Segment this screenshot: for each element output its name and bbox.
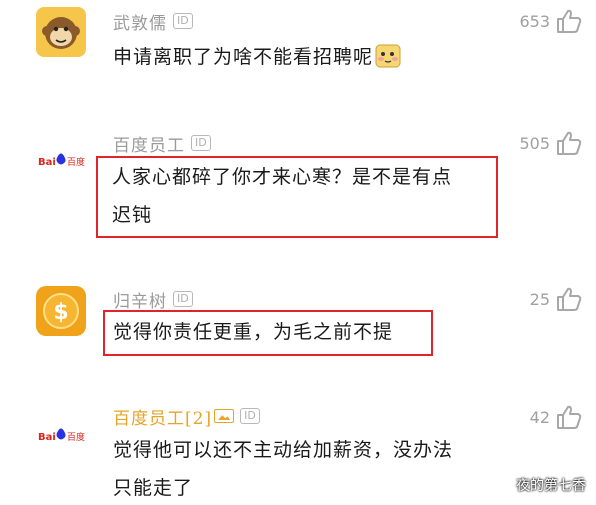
- thumbs-up-icon: [557, 9, 582, 33]
- like-button[interactable]: 25: [530, 284, 582, 314]
- like-count: 42: [529, 407, 550, 427]
- id-badge: ID: [173, 291, 193, 307]
- svg-text:百度: 百度: [67, 431, 85, 443]
- baidu-logo-icon: Bai 百度: [38, 153, 85, 168]
- thumbs-up-icon: [557, 131, 582, 155]
- svg-text:$: $: [53, 300, 68, 325]
- comment-text: 人家心都碎了你才来心寒？是不是有点 迟钝: [96, 156, 498, 238]
- comment-text: 申请离职了为啥不能看招聘呢: [113, 38, 401, 76]
- comment-line: 只能走了: [113, 477, 194, 499]
- username[interactable]: 百度员工[2]: [113, 404, 212, 429]
- svg-text:Bai: Bai: [38, 432, 56, 443]
- svg-text:百度: 百度: [67, 156, 85, 168]
- username[interactable]: 百度员工: [113, 131, 185, 156]
- name-row: 百度员工[2] ID: [113, 403, 260, 429]
- comment-item: $ 归辛树 ID 25 觉得你责任更重，为毛之前不提: [0, 280, 596, 380]
- comment-line: 迟钝: [112, 204, 153, 226]
- thumbs-up-icon: [557, 405, 582, 429]
- like-count: 505: [519, 133, 550, 153]
- dollar-coin-icon: $: [43, 293, 79, 329]
- avatar[interactable]: Bai 百度: [36, 419, 92, 449]
- name-row: 归辛树 ID: [113, 286, 193, 312]
- embarrassed-emoji-icon: [375, 44, 401, 68]
- username[interactable]: 归辛树: [113, 287, 167, 312]
- id-badge: ID: [191, 135, 211, 151]
- username[interactable]: 武敦儒: [113, 9, 167, 34]
- comment-text: 觉得他可以还不主动给加薪资，没办法 只能走了: [113, 431, 453, 505]
- comment-item: Bai 百度 百度员工 ID 505 人家心都碎了你才来心寒？是不是有点 迟钝: [0, 120, 596, 240]
- comment-item: Bai 百度 百度员工[2] ID 42 觉得他可以还不主动给加薪资，没办法 只…: [0, 395, 596, 505]
- comment-line: 觉得他可以还不主动给加薪资，没办法: [113, 439, 454, 461]
- vip-crown-icon: [214, 409, 235, 423]
- id-badge: ID: [240, 408, 260, 424]
- avatar[interactable]: $: [36, 286, 86, 336]
- like-button[interactable]: 505: [519, 128, 582, 158]
- watermark: 夜的第七香: [516, 478, 586, 494]
- like-button[interactable]: 653: [519, 6, 582, 36]
- like-button[interactable]: 42: [530, 402, 582, 432]
- svg-text:Bai: Bai: [38, 157, 56, 168]
- id-badge: ID: [173, 13, 193, 29]
- avatar[interactable]: [36, 7, 86, 57]
- name-row: 百度员工 ID: [113, 130, 211, 156]
- thumbs-up-icon: [557, 287, 582, 311]
- baidu-logo-icon: Bai 百度: [38, 428, 85, 443]
- monkey-face-icon: [42, 17, 80, 49]
- avatar[interactable]: Bai 百度: [36, 144, 92, 174]
- like-count: 653: [519, 11, 550, 31]
- comment-text: 觉得你责任更重，为毛之前不提: [103, 310, 433, 356]
- like-count: 25: [529, 289, 550, 309]
- name-row: 武敦儒 ID: [113, 8, 193, 34]
- comment-line: 人家心都碎了你才来心寒？是不是有点: [112, 166, 453, 188]
- comment-item: 武敦儒 ID 653 申请离职了为啥不能看招聘呢: [0, 0, 596, 100]
